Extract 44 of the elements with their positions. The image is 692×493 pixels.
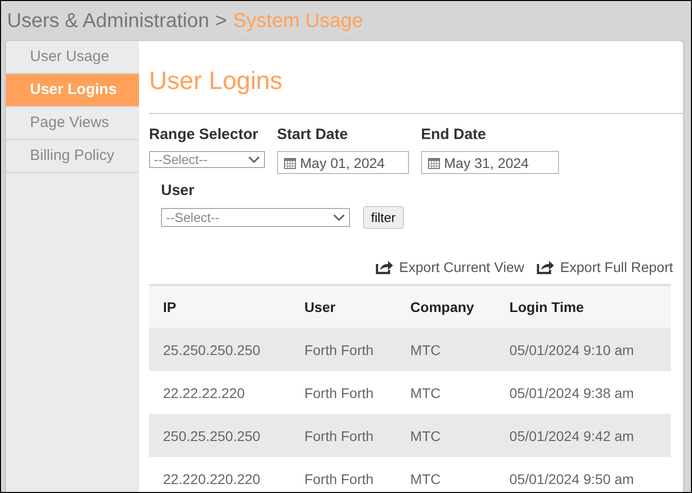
page-title: User Logins: [149, 41, 683, 114]
field-label: Range Selector: [149, 126, 260, 143]
user-dropdown[interactable]: --Select--: [161, 208, 350, 227]
table-cell: MTC: [396, 457, 496, 492]
share-icon: [536, 259, 554, 275]
table-cell: MTC: [396, 371, 496, 414]
table-cell: 05/01/2024 9:42 am: [495, 414, 671, 457]
field-label: End Date: [421, 126, 488, 143]
table-cell: 250.25.250.250: [149, 414, 290, 457]
date-field[interactable]: May 31, 2024: [421, 151, 559, 174]
share-icon: [375, 259, 394, 275]
chevron-down-icon: [248, 156, 260, 164]
table-cell: MTC: [396, 328, 496, 371]
table-cell: Forth Forth: [290, 371, 396, 414]
column-header: User: [290, 285, 396, 328]
table-cell: MTC: [396, 414, 496, 457]
date-field[interactable]: May 01, 2024: [277, 151, 409, 174]
field-label: User: [161, 182, 194, 199]
table-cell: 05/01/2024 9:38 am: [495, 371, 671, 414]
column-header: IP: [149, 285, 290, 328]
breadcrumb-separator: >: [215, 10, 227, 32]
table-cell: 22.220.220.220: [149, 457, 290, 492]
breadcrumb-link[interactable]: Users & Administration: [7, 10, 210, 32]
table-cell: Forth Forth: [290, 457, 396, 492]
range-dropdown[interactable]: --Select--: [149, 151, 265, 168]
breadcrumb-current: System Usage: [232, 10, 364, 32]
export-link[interactable]: Export Current View: [375, 259, 524, 275]
table-cell: 25.250.250.250: [149, 328, 290, 371]
column-header: Login Time: [495, 285, 671, 328]
sidebar-item[interactable]: Billing Policy: [6, 140, 139, 173]
sidebar-item[interactable]: User Logins: [6, 74, 139, 107]
column-header: Company: [396, 285, 496, 328]
export-link[interactable]: Export Full Report: [536, 259, 673, 275]
field-label: Start Date: [277, 126, 349, 143]
sidebar-item[interactable]: Page Views: [6, 107, 139, 140]
chevron-down-icon: [333, 214, 345, 222]
filter-button[interactable]: filter: [363, 206, 404, 229]
table-cell: 05/01/2024 9:50 am: [495, 457, 671, 492]
table-cell: Forth Forth: [290, 414, 396, 457]
calendar-icon: [428, 156, 440, 168]
table-cell: 05/01/2024 9:10 am: [495, 328, 671, 371]
table-cell: Forth Forth: [290, 328, 396, 371]
table-cell: 22.22.22.220: [149, 371, 290, 414]
calendar-icon: [284, 156, 296, 168]
